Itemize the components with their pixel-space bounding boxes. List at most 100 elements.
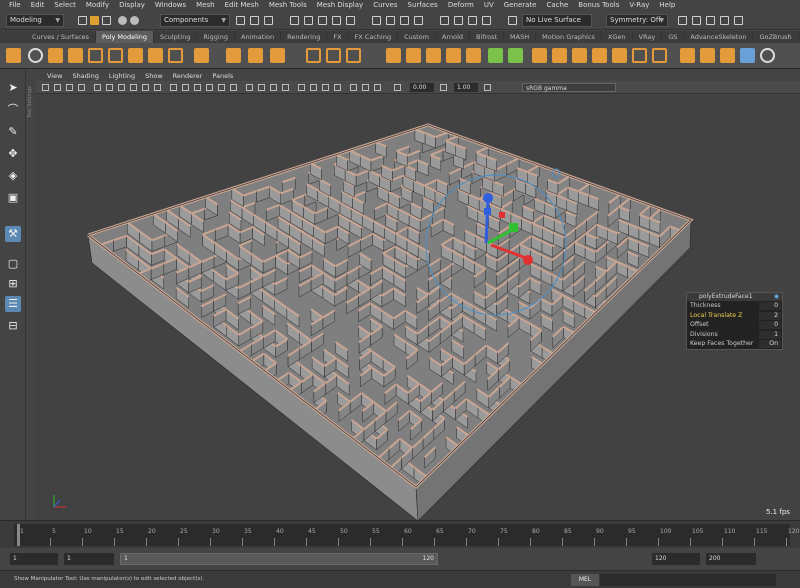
snap-grid-icon[interactable] — [372, 16, 381, 25]
camera-attributes-icon[interactable] — [54, 84, 61, 91]
shelf-tab-poly-modeling[interactable]: Poly Modeling — [96, 31, 154, 43]
film-gate-icon[interactable] — [106, 84, 113, 91]
xray-icon[interactable] — [310, 84, 317, 91]
boolean-difference-icon[interactable] — [406, 48, 421, 63]
menu-v-ray[interactable]: V-Ray — [624, 0, 654, 11]
save-scene-icon[interactable] — [102, 16, 111, 25]
ipr-render-icon[interactable] — [454, 16, 463, 25]
hypershade-icon[interactable] — [482, 16, 491, 25]
menu-file[interactable]: File — [4, 0, 26, 11]
combine-icon[interactable] — [306, 48, 321, 63]
show-manipulator-tool[interactable]: ⚒ — [5, 226, 21, 242]
resolution-gate-icon[interactable] — [118, 84, 125, 91]
poly-cube-icon[interactable] — [48, 48, 63, 63]
boolean-intersection-icon[interactable] — [426, 48, 441, 63]
playback-start-field[interactable]: 1 — [64, 553, 114, 565]
pick-edge-icon[interactable] — [304, 16, 313, 25]
smooth-shade-icon[interactable] — [182, 84, 189, 91]
make-live-icon[interactable] — [508, 16, 517, 25]
current-frame-marker[interactable] — [17, 524, 20, 546]
snap-curve-icon[interactable] — [386, 16, 395, 25]
gamma-field[interactable]: 1.00 — [454, 83, 478, 92]
menu-generate[interactable]: Generate — [499, 0, 542, 11]
menu-mesh-display[interactable]: Mesh Display — [312, 0, 368, 11]
pick-face-icon[interactable] — [318, 16, 327, 25]
uv-editor-icon[interactable] — [760, 48, 775, 63]
move-tool[interactable]: ✥ — [5, 146, 21, 162]
single-perspective-layout[interactable]: ▢ — [5, 256, 21, 272]
menu-surfaces[interactable]: Surfaces — [403, 0, 443, 11]
depth-of-field-icon[interactable] — [282, 84, 289, 91]
four-view-layout[interactable]: ⊞ — [5, 276, 21, 292]
bridge-icon[interactable] — [508, 48, 523, 63]
view-transform-dropdown[interactable]: sRGB gamma — [522, 83, 616, 92]
manipulator-x-handle[interactable] — [523, 255, 533, 265]
shelf-tab-animation[interactable]: Animation — [235, 31, 282, 43]
boolean-union-icon[interactable] — [386, 48, 401, 63]
camera-sequencer-icon[interactable] — [374, 84, 381, 91]
shelf-tab-gs[interactable]: GS — [662, 31, 685, 43]
attribute-value[interactable]: 2 — [759, 311, 781, 320]
playback-range-bar[interactable]: 1 120 — [120, 553, 438, 565]
select-tool[interactable]: ➤ — [5, 80, 21, 96]
live-surface-field[interactable]: No Live Surface — [522, 14, 592, 27]
menu-curves[interactable]: Curves — [368, 0, 402, 11]
fill-hole-icon[interactable] — [552, 48, 567, 63]
panel-menu-view[interactable]: View — [42, 71, 67, 81]
manipulator-z-box[interactable] — [484, 208, 491, 215]
extrude-icon[interactable] — [488, 48, 503, 63]
separate-icon[interactable] — [326, 48, 341, 63]
attribute-row[interactable]: Divisions 1 — [687, 330, 782, 340]
attribute-value[interactable]: On — [759, 340, 781, 348]
grid-toggle-icon[interactable] — [94, 84, 101, 91]
attribute-row[interactable]: Thickness 0 — [687, 301, 782, 311]
svg-icon[interactable] — [270, 48, 285, 63]
shelf-tab-fx[interactable]: FX — [327, 31, 349, 43]
platonic-solid-icon[interactable] — [168, 48, 183, 63]
textured-icon[interactable] — [206, 84, 213, 91]
menu-edit[interactable]: Edit — [26, 0, 50, 11]
menu-display[interactable]: Display — [114, 0, 150, 11]
menu-mesh-tools[interactable]: Mesh Tools — [264, 0, 312, 11]
menu-modify[interactable]: Modify — [81, 0, 114, 11]
attribute-value[interactable]: 0 — [759, 302, 781, 310]
connect-icon[interactable] — [612, 48, 627, 63]
sweep-mesh-icon[interactable] — [226, 48, 241, 63]
xray-joints-icon[interactable] — [334, 84, 341, 91]
menu-bonus-tools[interactable]: Bonus Tools — [573, 0, 624, 11]
shelf-tab-sculpting[interactable]: Sculpting — [154, 31, 198, 43]
panel-menu-show[interactable]: Show — [140, 71, 168, 81]
render-current-frame-icon[interactable] — [440, 16, 449, 25]
tool-settings-side-label[interactable]: Tool Settings — [27, 78, 35, 118]
shadows-icon[interactable] — [230, 84, 237, 91]
channel-box-icon[interactable] — [720, 16, 729, 25]
shelf-tab-curves-surfaces[interactable]: Curves / Surfaces — [26, 31, 97, 43]
quad-draw-icon[interactable] — [632, 48, 647, 63]
exposure-icon[interactable] — [394, 84, 401, 91]
select-hierarchy-icon[interactable] — [236, 16, 245, 25]
gamma-icon[interactable] — [440, 84, 447, 91]
xray-active-components-icon[interactable] — [322, 84, 329, 91]
shelf-tab-vray[interactable]: VRay — [633, 31, 663, 43]
select-component-icon[interactable] — [264, 16, 273, 25]
in-view-editor[interactable]: polyExtrudeFace1 ◉ Thickness 0 Local Trans… — [686, 292, 783, 350]
command-language-toggle[interactable]: MEL — [571, 574, 599, 586]
selection-mode-dropdown[interactable]: Components ▼ — [160, 14, 230, 27]
backface-culling-icon[interactable] — [350, 84, 357, 91]
pick-misc-icon[interactable] — [346, 16, 355, 25]
anti-aliasing-icon[interactable] — [270, 84, 277, 91]
menu-mesh[interactable]: Mesh — [191, 0, 219, 11]
spherical-map-icon[interactable] — [720, 48, 735, 63]
bookmarks-icon[interactable] — [66, 84, 73, 91]
time-slider[interactable]: 1 5 10 15 20 25 30 35 40 45 50 55 60 65 70 75 80 85 90 95 10… — [0, 520, 800, 548]
motion-blur-icon[interactable] — [258, 84, 265, 91]
planar-map-icon[interactable] — [680, 48, 695, 63]
menu-windows[interactable]: Windows — [150, 0, 191, 11]
poly-text-icon[interactable] — [248, 48, 263, 63]
close-icon[interactable]: ◉ — [774, 293, 779, 301]
show-modeling-toolkit-icon[interactable] — [678, 16, 687, 25]
screen-space-ao-icon[interactable] — [246, 84, 253, 91]
automatic-map-icon[interactable] — [740, 48, 755, 63]
gate-mask-icon[interactable] — [130, 84, 137, 91]
wireframe-icon[interactable] — [170, 84, 177, 91]
